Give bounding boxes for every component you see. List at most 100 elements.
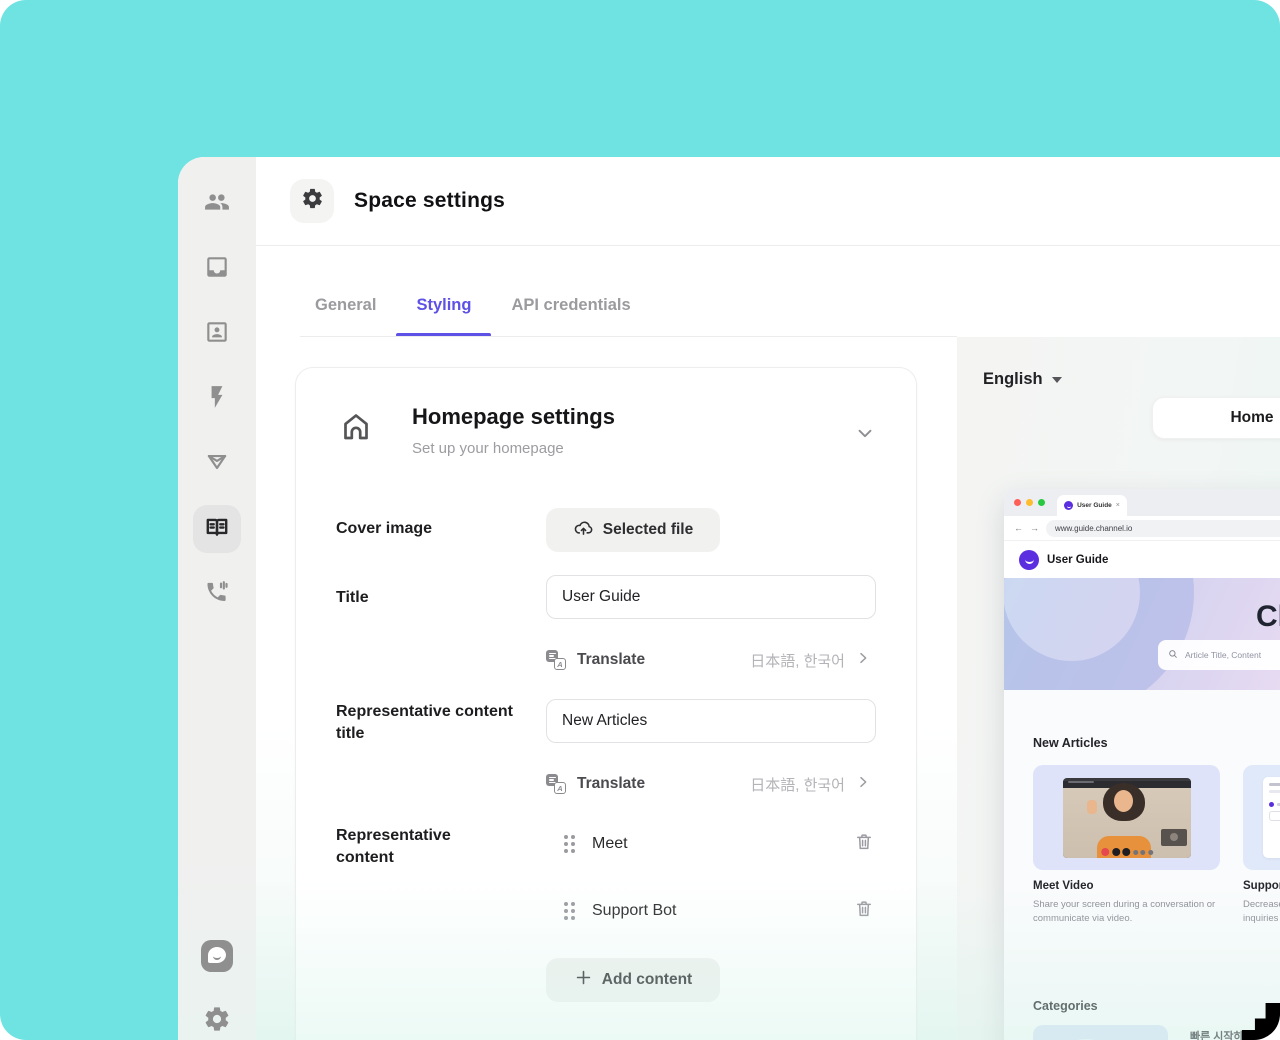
site-body: New Articles Meet Video Share your scree…	[1004, 690, 1280, 1040]
translate-row-title[interactable]: A Translate 日本語, 한국어	[546, 645, 871, 675]
phone-call-icon	[204, 579, 230, 610]
chat-widget-thumbnail	[1263, 777, 1280, 858]
browser-preview: User Guide × ← → www.guide.channel.io Us…	[1004, 489, 1280, 1040]
site-hero: Cha Article Title, Content	[1004, 578, 1280, 690]
close-icon: ×	[1115, 502, 1120, 509]
paper-plane-icon	[204, 449, 230, 480]
sidebar-item-inbox[interactable]	[193, 245, 241, 293]
inbox-icon	[204, 254, 230, 285]
page-header: Space settings	[256, 157, 1280, 246]
site-name: User Guide	[1047, 553, 1109, 566]
trash-icon[interactable]	[854, 832, 874, 857]
sidebar-nav	[178, 157, 256, 618]
contacts-icon	[204, 319, 230, 350]
browser-tab: User Guide ×	[1057, 495, 1127, 516]
hero-title: Cha	[1256, 600, 1280, 633]
selected-file-label: Selected file	[602, 521, 694, 538]
app-window: Space settings General Styling API crede…	[178, 157, 1280, 1040]
language-dropdown[interactable]: English	[983, 370, 1062, 389]
channel-mini-logo-icon	[1064, 501, 1074, 510]
browser-chrome: User Guide ×	[1004, 489, 1280, 516]
drag-handle-icon[interactable]	[564, 835, 575, 853]
page-title: Space settings	[354, 189, 506, 212]
sidebar-footer-logo[interactable]	[178, 940, 256, 972]
tab-api-credentials[interactable]: API credentials	[491, 296, 650, 337]
article-title: Meet Video	[1033, 880, 1094, 892]
sidebar-item-campaign[interactable]	[193, 440, 241, 488]
category-card	[1033, 1025, 1168, 1040]
back-icon: ←	[1014, 523, 1023, 533]
content-item-label: Meet	[592, 835, 628, 852]
article-description: Decrease inquiries	[1243, 899, 1280, 924]
site-search-bar: Article Title, Content	[1158, 640, 1280, 670]
content-item-label: Support Bot	[592, 902, 677, 919]
forward-icon: →	[1030, 523, 1039, 533]
article-description: Share your screen during a conversation …	[1033, 899, 1216, 924]
tab-general[interactable]: General	[295, 296, 396, 337]
language-label: English	[983, 370, 1043, 388]
section-heading-categories: Categories	[1033, 999, 1098, 1013]
add-content-button[interactable]: Add content	[546, 958, 720, 1002]
sidebar-item-automation[interactable]	[193, 375, 241, 423]
trash-icon[interactable]	[854, 899, 874, 924]
screenshot-frame: Space settings General Styling API crede…	[0, 0, 1280, 1040]
home-tab-label: Home	[1230, 409, 1274, 426]
tab-styling[interactable]: Styling	[396, 296, 492, 337]
url-text: www.guide.channel.io	[1046, 519, 1280, 537]
lightning-icon	[204, 384, 230, 415]
video-call-thumbnail	[1063, 778, 1191, 858]
rep-content-title-label: Representative content title	[336, 703, 513, 743]
traffic-lights-icon	[1014, 489, 1045, 516]
article-card-meet-video	[1033, 765, 1220, 870]
settings-gear-icon	[203, 1005, 231, 1038]
content-item-support-bot: Support Bot	[546, 896, 876, 926]
caret-down-icon	[1051, 376, 1062, 383]
translate-row-rep-title[interactable]: A Translate 日本語, 한국어	[546, 769, 871, 799]
sidebar-item-guide[interactable]	[193, 505, 241, 553]
translate-icon: A	[546, 774, 566, 794]
home-icon	[338, 408, 374, 449]
users-icon	[204, 189, 230, 220]
browser-url-bar: ← → www.guide.channel.io	[1004, 516, 1280, 541]
drag-handle-icon[interactable]	[564, 902, 575, 920]
form-panel: Homepage settings Set up your homepage C…	[256, 337, 957, 1040]
sidebar-footer-settings[interactable]	[178, 1005, 256, 1038]
search-placeholder: Article Title, Content	[1185, 650, 1262, 660]
plus-icon	[574, 968, 593, 992]
rep-content-label: Representative content	[336, 827, 451, 867]
guide-book-icon	[204, 514, 230, 545]
sidebar-item-meet[interactable]	[193, 570, 241, 618]
browser-tab-title: User Guide	[1077, 502, 1112, 509]
homepage-settings-card: Homepage settings Set up your homepage C…	[295, 367, 917, 1040]
translate-languages: 日本語, 한국어	[750, 776, 845, 794]
cover-image-label: Cover image	[336, 520, 433, 537]
title-input[interactable]	[546, 575, 876, 619]
chevron-down-icon[interactable]	[854, 422, 876, 449]
chevron-right-icon	[855, 650, 871, 671]
chevron-right-icon	[855, 774, 871, 795]
site-logo-icon	[1019, 549, 1039, 570]
sidebar-item-users[interactable]	[193, 180, 241, 228]
article-card-support-bot	[1243, 765, 1280, 870]
upload-cloud-icon	[573, 517, 594, 543]
site-header: User Guide	[1004, 541, 1280, 578]
translate-label: Translate	[577, 651, 646, 668]
channel-logo-icon	[201, 940, 233, 972]
translate-icon: A	[546, 650, 566, 670]
rep-content-title-input[interactable]	[546, 699, 876, 743]
sidebar-item-contacts[interactable]	[193, 310, 241, 358]
add-content-label: Add content	[601, 971, 693, 988]
sidebar	[178, 157, 256, 1040]
section-heading-new-articles: New Articles	[1033, 736, 1108, 750]
hero-swoosh-shape	[1004, 578, 1194, 690]
main-area: Space settings General Styling API crede…	[256, 157, 1280, 1040]
article-title: Support Bot	[1243, 880, 1280, 892]
selected-file-button[interactable]: Selected file	[546, 508, 720, 552]
gear-icon	[301, 187, 324, 215]
page-header-icon-box	[290, 179, 334, 223]
tab-bar: General Styling API credentials	[256, 246, 1280, 337]
content-area: Homepage settings Set up your homepage C…	[256, 337, 1280, 1040]
card-subtitle: Set up your homepage	[412, 440, 564, 457]
card-title: Homepage settings	[412, 404, 615, 429]
home-preview-tab[interactable]: Home	[1152, 397, 1280, 439]
